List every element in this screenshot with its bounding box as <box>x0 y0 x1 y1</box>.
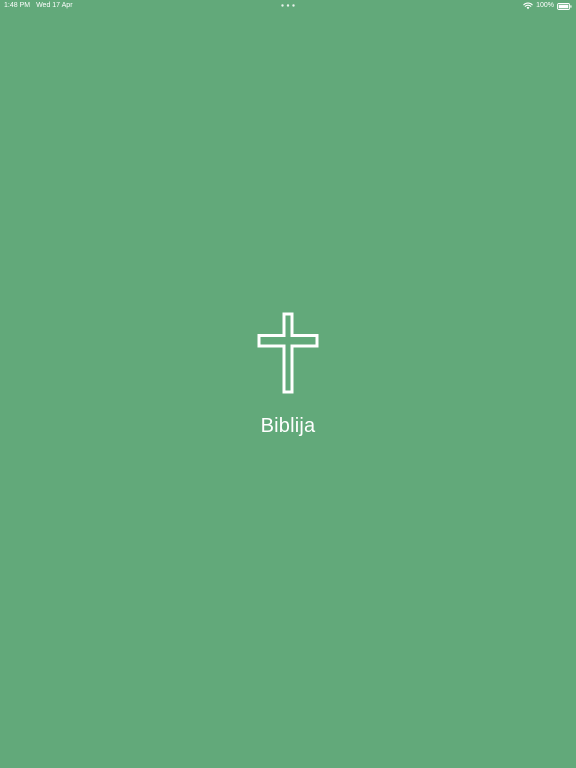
status-date: Wed 17 Apr <box>36 2 73 9</box>
splash-screen: Biblija <box>0 312 576 438</box>
battery-icon <box>557 2 572 10</box>
status-left: 1:48 PM Wed 17 Apr <box>4 1 73 11</box>
status-right: 100% <box>523 1 572 11</box>
status-bar: 1:48 PM Wed 17 Apr 100% <box>0 0 576 12</box>
app-title: Biblija <box>260 415 316 437</box>
wifi-icon <box>523 2 533 10</box>
battery-percentage: 100% <box>536 2 554 9</box>
status-time: 1:48 PM <box>4 2 31 9</box>
cross-icon <box>257 312 319 394</box>
multitask-dots-icon[interactable] <box>281 4 295 7</box>
